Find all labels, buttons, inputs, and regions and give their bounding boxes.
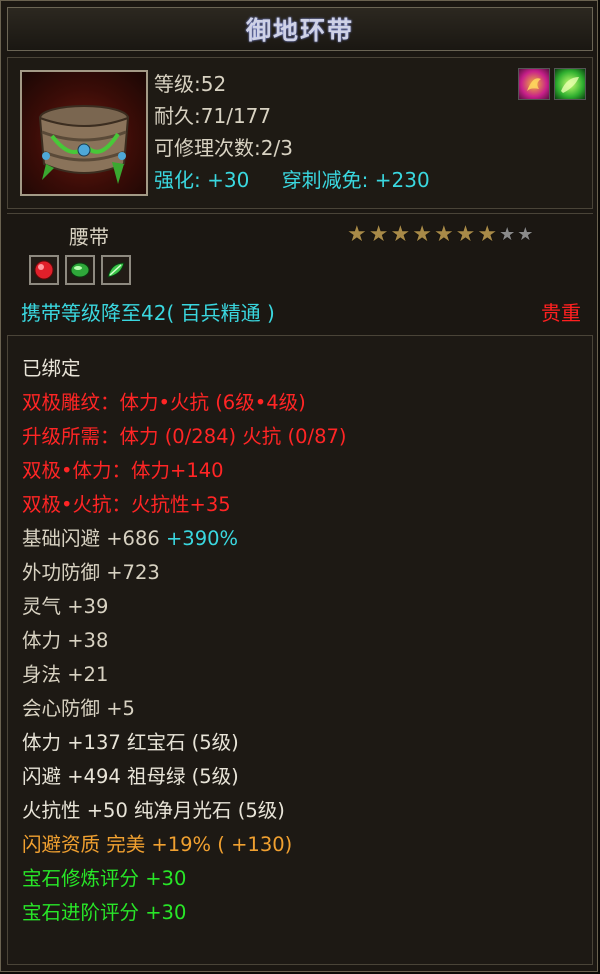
attribute-list: 已绑定 双极雕纹：体力•火抗 (6级•4级) 升级所需：体力 (0/284) 火… (22, 352, 347, 930)
attr-gem-ruby: 体力 +137 红宝石 (5级) (22, 731, 239, 754)
belt-icon (20, 70, 148, 196)
durability-value: 71/177 (200, 104, 272, 128)
durability-label: 耐久: (154, 104, 201, 128)
attr-bound: 已绑定 (22, 357, 81, 380)
attr-upgrade-requirement: 升级所需：体力 (0/284) 火抗 (0/87) (22, 425, 347, 448)
pierce-label: 穿刺减免: (281, 168, 369, 192)
attr-vitality: 体力 +38 (22, 629, 109, 652)
enhance-value: +30 (207, 168, 250, 192)
carry-level-text: 携带等级降至42( 百兵精通 ) (21, 301, 275, 325)
star-icon: ★ (455, 222, 476, 247)
attr-dual-fire-resist: 双极•火抗：火抗性+35 (22, 493, 231, 516)
star-rating: ★ ★ ★ ★ ★ ★ ★ ★ ★ (347, 223, 533, 247)
fire-rune-icon[interactable] (518, 68, 550, 100)
attr-dodge-aptitude: 闪避资质 完美 +19% ( +130) (22, 833, 293, 856)
empty-star-icon: ★ (517, 224, 534, 245)
repair-value: 2/3 (260, 136, 293, 160)
repair-label: 可修理次数: (154, 136, 261, 160)
enhance-line: 强化: +30 穿刺减免: +230 (154, 164, 430, 193)
attr-engraving: 双极雕纹：体力•火抗 (6级•4级) (22, 391, 306, 414)
level-line: 等级:52 (154, 68, 226, 97)
enhance-label: 强化: (154, 168, 201, 192)
attr-agility: 身法 +21 (22, 663, 109, 686)
green-leaf-gem-icon[interactable] (101, 255, 131, 285)
attr-gem-refine-score: 宝石修炼评分 +30 (22, 867, 187, 890)
star-icon: ★ (347, 222, 367, 247)
star-icon: ★ (477, 222, 498, 247)
rarity-label: 贵重 (541, 301, 581, 325)
durability-line: 耐久:71/177 (154, 100, 271, 129)
attr-gem-advance-score: 宝石进阶评分 +30 (22, 901, 187, 924)
attr-gem-moonstone: 火抗性 +50 纯净月光石 (5级) (22, 799, 285, 822)
repair-line: 可修理次数:2/3 (154, 132, 293, 161)
item-tooltip: 御地环带 等级:52 耐久:71/177 可修理次数:2/3 强化: +30 穿… (0, 0, 598, 972)
divider (7, 213, 593, 214)
attr-base-dodge-bonus: +390% (159, 527, 239, 550)
star-icon: ★ (412, 222, 432, 247)
level-value: 52 (200, 72, 227, 96)
attr-dual-vitality: 双极•体力：体力+140 (22, 459, 224, 482)
star-icon: ★ (368, 222, 389, 247)
empty-star-icon: ★ (499, 224, 516, 245)
item-type: 腰带 (69, 225, 109, 249)
level-label: 等级: (154, 72, 201, 96)
pierce-value: +230 (374, 168, 430, 192)
green-gem-icon[interactable] (65, 255, 95, 285)
attr-spirit: 灵气 +39 (22, 595, 109, 618)
gem-slots (29, 255, 131, 285)
item-name: 御地环带 (245, 16, 354, 45)
attr-gem-emerald: 闪避 +494 祖母绿 (5级) (22, 765, 239, 788)
item-header: 等级:52 耐久:71/177 可修理次数:2/3 强化: +30 穿刺减免: … (7, 57, 593, 209)
attribute-panel: 已绑定 双极雕纹：体力•火抗 (6级•4级) 升级所需：体力 (0/284) 火… (7, 335, 593, 965)
attr-base-dodge: 基础闪避 +686 +390% (22, 527, 239, 550)
red-gem-icon[interactable] (29, 255, 59, 285)
attr-crit-defense: 会心防御 +5 (22, 697, 135, 720)
title-bar: 御地环带 (7, 7, 593, 51)
star-icon: ★ (390, 222, 411, 247)
attr-external-defense: 外功防御 +723 (22, 561, 160, 584)
star-icon: ★ (433, 222, 454, 247)
nature-rune-icon[interactable] (554, 68, 586, 100)
